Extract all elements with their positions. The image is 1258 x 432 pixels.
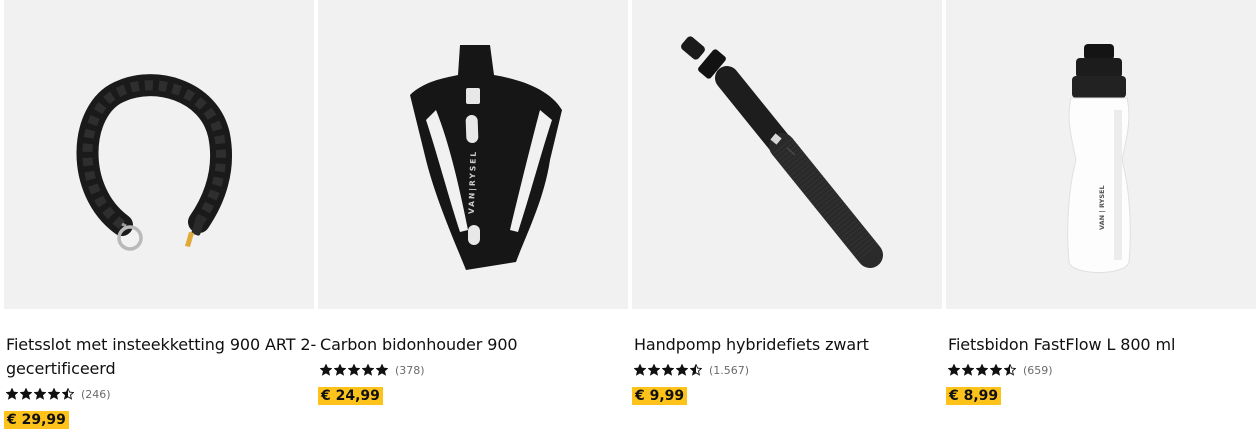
price-badge: € 8,99 [946, 387, 1002, 405]
star-full-icon [634, 364, 646, 376]
product-title[interactable]: Fietsslot met insteekketting 900 ART 2-g… [6, 333, 324, 381]
star-full-icon [34, 388, 46, 400]
star-full-icon [376, 364, 388, 376]
product-rating: (246) [6, 385, 314, 403]
rating-stars [948, 364, 1016, 376]
star-full-icon [48, 388, 60, 400]
review-count: (659) [1023, 363, 1053, 377]
star-full-icon [676, 364, 688, 376]
star-full-icon [6, 388, 18, 400]
star-full-icon [662, 364, 674, 376]
review-count: (1.567) [709, 363, 750, 377]
price-badge: € 24,99 [318, 387, 383, 405]
star-full-icon [334, 364, 346, 376]
price-badge: € 9,99 [632, 387, 688, 405]
star-half-icon [690, 364, 702, 376]
star-full-icon [962, 364, 974, 376]
rating-stars [634, 364, 702, 376]
product-rating: (1.567) [634, 361, 942, 379]
product-image[interactable]: VAN|RYSEL [318, 0, 628, 309]
star-full-icon [320, 364, 332, 376]
review-count: (378) [395, 363, 425, 377]
product-title[interactable]: Fietsbidon FastFlow L 800 ml [948, 333, 1258, 357]
product-title[interactable]: Handpomp hybridefiets zwart [634, 333, 952, 357]
star-full-icon [348, 364, 360, 376]
product-rating: (659) [948, 361, 1256, 379]
water-bottle-icon: VAN | RYSEL [1067, 44, 1131, 273]
star-full-icon [990, 364, 1002, 376]
product-card-chain-lock[interactable]: Fietsslot met insteekketting 900 ART 2-g… [4, 0, 316, 429]
rating-stars [6, 388, 74, 400]
star-full-icon [20, 388, 32, 400]
star-full-icon [976, 364, 988, 376]
review-count: (246) [81, 387, 111, 401]
product-image[interactable] [4, 0, 314, 309]
product-card-bottle-cage[interactable]: VAN|RYSEL Carbon bidonhouder 900 (378) €… [318, 0, 628, 405]
product-rating: (378) [320, 361, 628, 379]
star-half-icon [1004, 364, 1016, 376]
bottle-cage-icon: VAN|RYSEL [410, 45, 562, 270]
star-full-icon [362, 364, 374, 376]
product-image[interactable]: VAN | RYSEL [946, 0, 1256, 309]
hand-pump-icon [681, 36, 883, 268]
product-title[interactable]: Carbon bidonhouder 900 [320, 333, 638, 357]
product-card-water-bottle[interactable]: VAN | RYSEL Fietsbidon FastFlow L 800 ml… [946, 0, 1256, 405]
star-full-icon [948, 364, 960, 376]
chain-lock-icon [76, 74, 233, 251]
product-image[interactable] [632, 0, 942, 309]
brand-text: VAN | RYSEL [1098, 185, 1107, 230]
star-half-icon [62, 388, 74, 400]
product-card-hand-pump[interactable]: Handpomp hybridefiets zwart (1.567) € 9,… [632, 0, 942, 405]
price-badge: € 29,99 [4, 411, 69, 429]
star-full-icon [648, 364, 660, 376]
product-grid: Fietsslot met insteekketting 900 ART 2-g… [0, 0, 1258, 432]
rating-stars [320, 364, 388, 376]
